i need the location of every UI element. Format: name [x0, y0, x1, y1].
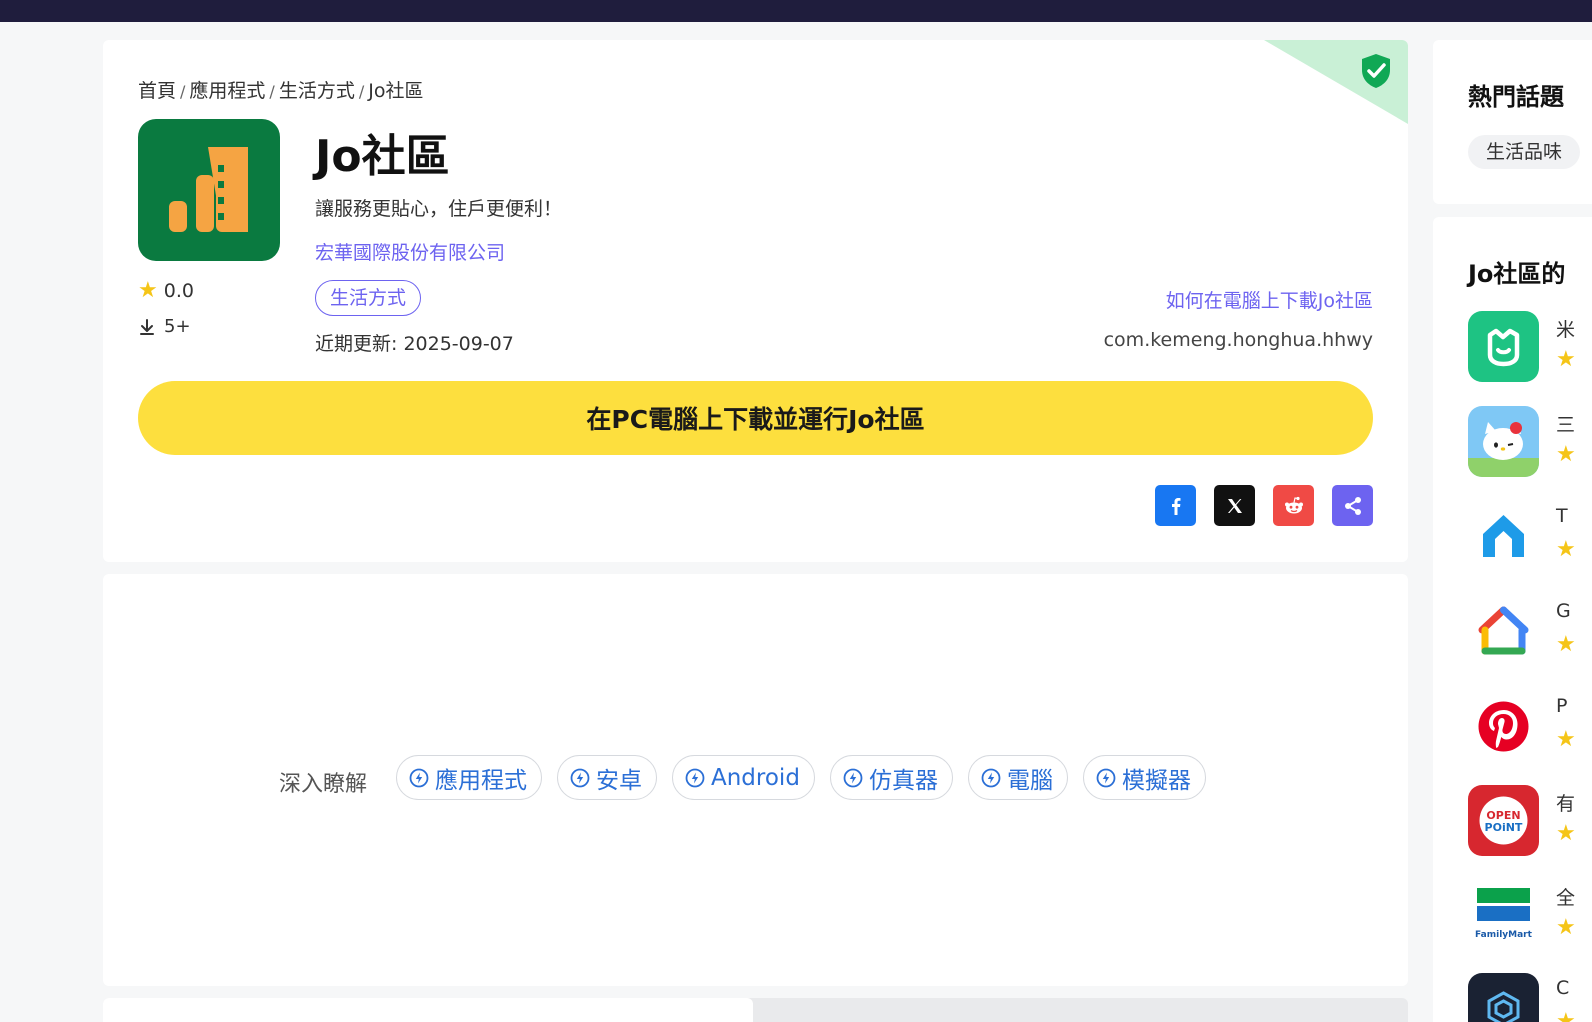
mi-home-icon [1468, 311, 1539, 382]
familymart-icon: FamilyMart [1468, 879, 1539, 950]
bolt-circle-icon [843, 768, 863, 787]
bolt-circle-icon [570, 768, 590, 787]
star-icon: ★ [1556, 347, 1576, 372]
star-icon: ★ [1556, 821, 1576, 846]
cube-icon [1468, 973, 1539, 1022]
breadcrumb-apps[interactable]: 應用程式 [189, 80, 265, 102]
breadcrumb-home[interactable]: 首頁 [138, 80, 176, 102]
verified-shield-icon [1362, 54, 1390, 88]
openpoint-icon: OPEN POiNT [1468, 785, 1539, 856]
related-app-name: 米 [1556, 319, 1576, 341]
learn-pill-android[interactable]: Android [672, 755, 815, 800]
related-app-item[interactable]: T ★ [1468, 501, 1592, 573]
next-section-card [103, 998, 1408, 1022]
rating-value: 0.0 [163, 280, 194, 302]
related-app-item[interactable]: C ★ [1468, 973, 1592, 1022]
hot-topic-pill[interactable]: 生活品味 [1468, 135, 1581, 169]
related-app-name: 全 [1556, 887, 1576, 909]
related-app-item[interactable]: 米 ★ [1468, 311, 1592, 383]
related-app-item[interactable]: G ★ [1468, 596, 1592, 668]
star-icon: ★ [1556, 915, 1576, 940]
hot-topics-card: 熱門話題 生活品味 [1433, 40, 1592, 204]
learn-more-card: 深入瞭解 應用程式 安卓 Android 仿真器 電腦 模擬器 [103, 574, 1408, 986]
google-home-icon [1468, 596, 1539, 667]
learn-pill-label: 模擬器 [1121, 767, 1191, 794]
learn-pill-label: 安卓 [596, 767, 642, 794]
building-icon [169, 147, 248, 232]
related-app-name: 有 [1556, 793, 1576, 815]
related-apps-card: Jo社區的 米 ★ 三 ★ T ★ G ★ P ★ OPEN POiNT 有 ★… [1433, 217, 1592, 1022]
related-app-name: C [1556, 977, 1570, 999]
breadcrumb: 首頁 / 應用程式 / 生活方式 / Jo社區 [138, 76, 423, 103]
related-app-item[interactable]: 三 ★ [1468, 406, 1592, 478]
star-icon: ★ [1556, 632, 1576, 657]
bolt-circle-icon [685, 768, 705, 787]
learn-pill-pc[interactable]: 電腦 [967, 755, 1068, 800]
share-x-button[interactable] [1214, 485, 1255, 526]
hello-kitty-icon [1468, 406, 1539, 477]
download-icon [140, 318, 154, 335]
app-installs: 5+ [138, 316, 191, 337]
star-icon: ★ [138, 278, 158, 303]
x-twitter-icon [1227, 498, 1242, 513]
share-reddit-button[interactable] [1273, 485, 1314, 526]
learn-pill-label: 仿真器 [868, 767, 938, 794]
learn-pill-apps[interactable]: 應用程式 [396, 755, 542, 800]
star-icon: ★ [1556, 727, 1576, 752]
related-app-item[interactable]: FamilyMart 全 ★ [1468, 879, 1592, 951]
related-app-name: 三 [1556, 414, 1576, 436]
app-rating: ★ 0.0 [138, 278, 194, 303]
top-nav-bar [0, 0, 1592, 22]
reddit-icon [1284, 496, 1303, 513]
related-app-name: P [1556, 695, 1568, 717]
related-apps-heading: Jo社區的 [1468, 260, 1566, 288]
learn-pill-label: 應用程式 [435, 767, 527, 794]
updated-date: 近期更新: 2025-09-07 [315, 333, 514, 355]
learn-pill-emulator[interactable]: 仿真器 [829, 755, 953, 800]
how-to-download-link[interactable]: 如何在電腦上下載Jo社區 [1166, 286, 1373, 313]
download-pc-button[interactable]: 在PC電腦上下載並運行Jo社區 [138, 381, 1373, 455]
related-app-item[interactable]: P ★ [1468, 691, 1592, 763]
breadcrumb-separator: / [269, 82, 275, 101]
app-header-card: 首頁 / 應用程式 / 生活方式 / Jo社區 ★ 0.0 5+ Jo社區 讓服務更貼心，住… [103, 40, 1408, 562]
learn-more-label: 深入瞭解 [279, 772, 368, 797]
package-name: com.kemeng.honghua.hhwy [1103, 329, 1373, 351]
share-facebook-button[interactable] [1155, 485, 1196, 526]
star-icon: ★ [1556, 442, 1576, 467]
bolt-circle-icon [981, 768, 1001, 787]
breadcrumb-category[interactable]: 生活方式 [279, 80, 355, 102]
app-icon [138, 119, 280, 261]
hot-topics-heading: 熱門話題 [1468, 83, 1564, 111]
learn-more-pills: 應用程式 安卓 Android 仿真器 電腦 模擬器 [396, 755, 1206, 800]
breadcrumb-separator: / [180, 82, 186, 101]
related-app-item[interactable]: OPEN POiNT 有 ★ [1468, 785, 1592, 857]
breadcrumb-current: Jo社區 [368, 80, 424, 102]
app-title: Jo社區 [315, 131, 450, 182]
share-more-button[interactable] [1332, 485, 1373, 526]
developer-link[interactable]: 宏華國際股份有限公司 [315, 238, 505, 265]
breadcrumb-separator: / [358, 82, 365, 101]
related-app-name: T [1556, 505, 1568, 527]
star-icon: ★ [1556, 1009, 1576, 1022]
learn-pill-simulator[interactable]: 模擬器 [1082, 755, 1206, 800]
share-icon [1344, 496, 1361, 515]
app-tagline: 讓服務更貼心，住戶更便利！ [315, 198, 563, 220]
bolt-circle-icon [1096, 768, 1116, 787]
pinterest-icon [1468, 691, 1539, 762]
svg-text:POiNT: POiNT [1485, 821, 1523, 834]
facebook-icon [1171, 497, 1180, 515]
next-section-tab [103, 998, 753, 1022]
learn-pill-android-zh[interactable]: 安卓 [557, 755, 657, 800]
share-buttons [1155, 485, 1373, 526]
star-icon: ★ [1556, 537, 1576, 562]
learn-pill-label: Android [711, 764, 800, 791]
installs-value: 5+ [164, 316, 191, 337]
related-app-name: G [1556, 600, 1571, 622]
category-tag[interactable]: 生活方式 [315, 280, 422, 316]
learn-pill-label: 電腦 [1006, 767, 1053, 794]
bolt-circle-icon [409, 768, 429, 787]
svg-text:FamilyMart: FamilyMart [1475, 930, 1533, 940]
tp-link-icon [1468, 501, 1539, 572]
